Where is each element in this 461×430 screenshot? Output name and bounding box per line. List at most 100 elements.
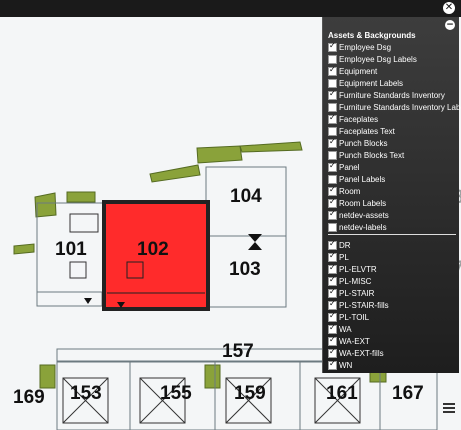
layer-checkbox[interactable]: [328, 150, 337, 160]
layer-label: WA-EXT-fills: [339, 348, 384, 358]
layer-checkbox[interactable]: [328, 347, 337, 358]
layer-item[interactable]: Faceplates: [328, 113, 456, 125]
layer-item[interactable]: Employee Dsg Labels: [328, 53, 456, 65]
layer-label: Room Labels: [339, 198, 387, 208]
layer-checkbox[interactable]: [328, 359, 337, 370]
room-label-153: 153: [70, 383, 102, 404]
layer-checkbox[interactable]: [328, 275, 337, 286]
layer-checkbox[interactable]: [328, 185, 337, 196]
layer-item[interactable]: WA-EXT-fills: [328, 347, 456, 359]
layer-checkbox[interactable]: [328, 126, 337, 136]
layer-label: Faceplates: [339, 114, 379, 124]
minus-icon[interactable]: −: [445, 20, 455, 30]
layer-label: WA-EXT: [339, 336, 370, 346]
layer-item[interactable]: Equipment: [328, 65, 456, 77]
layer-item[interactable]: Room Labels: [328, 197, 456, 209]
layer-item[interactable]: WA: [328, 323, 456, 335]
layer-label: Furniture Standards Inventory: [339, 90, 445, 100]
layer-label: Equipment Labels: [339, 78, 404, 88]
layer-label: PL-ELVTR: [339, 264, 377, 274]
layer-label: WN: [339, 360, 353, 370]
layer-checkbox[interactable]: [328, 54, 337, 64]
layer-divider: [328, 234, 456, 237]
layer-label: netdev-assets: [339, 210, 389, 220]
layer-item[interactable]: PL-STAIR-fills: [328, 299, 456, 311]
room-label-159: 159: [234, 383, 266, 404]
layer-label: Employee Dsg: [339, 42, 392, 52]
layer-label: Room: [339, 186, 361, 196]
layer-label: PL-MISC: [339, 276, 372, 286]
layer-label: PL-STAIR-fills: [339, 300, 389, 310]
layer-label: netdev-labels: [339, 222, 387, 232]
layer-item[interactable]: PL-STAIR: [328, 287, 456, 299]
close-icon[interactable]: ✕: [443, 2, 455, 14]
layer-item[interactable]: DR: [328, 239, 456, 251]
layer-item[interactable]: PL: [328, 251, 456, 263]
room-label-155: 155: [160, 383, 192, 404]
layer-item[interactable]: PL-MISC: [328, 275, 456, 287]
list-icon[interactable]: [443, 403, 455, 417]
layer-item[interactable]: Panel: [328, 161, 456, 173]
layer-checkbox[interactable]: [328, 41, 337, 52]
layer-label: Equipment: [339, 66, 378, 76]
room-label-102: 102: [137, 239, 169, 260]
layer-label: DR: [339, 240, 351, 250]
layer-list: Employee Dsg Employee Dsg Labels Equipment…: [328, 41, 461, 371]
room-label-161: 161: [326, 383, 358, 404]
layer-checkbox[interactable]: [328, 65, 337, 76]
layer-label: PL-TOIL: [339, 312, 370, 322]
layer-label: Furniture Standards Inventory Labels: [339, 102, 461, 112]
layer-item[interactable]: Faceplates Text: [328, 125, 456, 137]
layer-checkbox[interactable]: [328, 222, 337, 232]
layer-checkbox[interactable]: [328, 174, 337, 184]
room-label-103: 103: [229, 259, 261, 280]
layer-item[interactable]: Room: [328, 185, 456, 197]
layer-checkbox[interactable]: [328, 323, 337, 334]
layer-checkbox[interactable]: [328, 78, 337, 88]
panel-title: Assets & Backgrounds: [328, 31, 416, 40]
room-label-104: 104: [230, 186, 262, 207]
layer-checkbox[interactable]: [328, 209, 337, 220]
layer-checkbox[interactable]: [328, 299, 337, 310]
layer-item[interactable]: Panel Labels: [328, 173, 456, 185]
layer-label: PL: [339, 252, 349, 262]
layer-label: Panel Labels: [339, 174, 386, 184]
layer-item[interactable]: WN: [328, 359, 456, 371]
layer-checkbox[interactable]: [328, 113, 337, 124]
layer-checkbox[interactable]: [328, 335, 337, 346]
layer-label: Employee Dsg Labels: [339, 54, 417, 64]
room-label-157: 157: [222, 341, 254, 362]
room-label-101: 101: [55, 239, 87, 260]
layer-label: PL-STAIR: [339, 288, 375, 298]
layer-item[interactable]: Punch Blocks: [328, 137, 456, 149]
layer-checkbox[interactable]: [328, 251, 337, 262]
layer-checkbox[interactable]: [328, 287, 337, 298]
layer-item[interactable]: netdev-assets: [328, 209, 456, 221]
layer-item[interactable]: WA-EXT: [328, 335, 456, 347]
room-label-167: 167: [392, 383, 424, 404]
layer-item[interactable]: Employee Dsg: [328, 41, 456, 53]
title-bar: ✕: [0, 0, 461, 17]
layer-item[interactable]: PL-TOIL: [328, 311, 456, 323]
layer-item[interactable]: Punch Blocks Text: [328, 149, 456, 161]
layer-checkbox[interactable]: [328, 102, 337, 112]
layer-label: Faceplates Text: [339, 126, 395, 136]
layers-panel: − Assets & Backgrounds Employee DsgEmplo…: [322, 17, 461, 373]
layer-checkbox[interactable]: [328, 239, 337, 250]
layer-checkbox[interactable]: [328, 311, 337, 322]
room-label-169: 169: [13, 387, 45, 408]
layer-checkbox[interactable]: [328, 137, 337, 148]
layer-item[interactable]: Furniture Standards Inventory Labels: [328, 101, 461, 113]
layer-item[interactable]: netdev-labels: [328, 221, 456, 233]
layer-checkbox[interactable]: [328, 89, 337, 100]
layer-checkbox[interactable]: [328, 197, 337, 208]
layer-item[interactable]: Furniture Standards Inventory: [328, 89, 456, 101]
layer-checkbox[interactable]: [328, 263, 337, 274]
layer-item[interactable]: Equipment Labels: [328, 77, 456, 89]
layer-label: Punch Blocks Text: [339, 150, 405, 160]
layer-item[interactable]: PL-ELVTR: [328, 263, 456, 275]
layer-checkbox[interactable]: [328, 161, 337, 172]
layer-label: Panel: [339, 162, 360, 172]
layer-label: WA: [339, 324, 352, 334]
layer-label: Punch Blocks: [339, 138, 388, 148]
